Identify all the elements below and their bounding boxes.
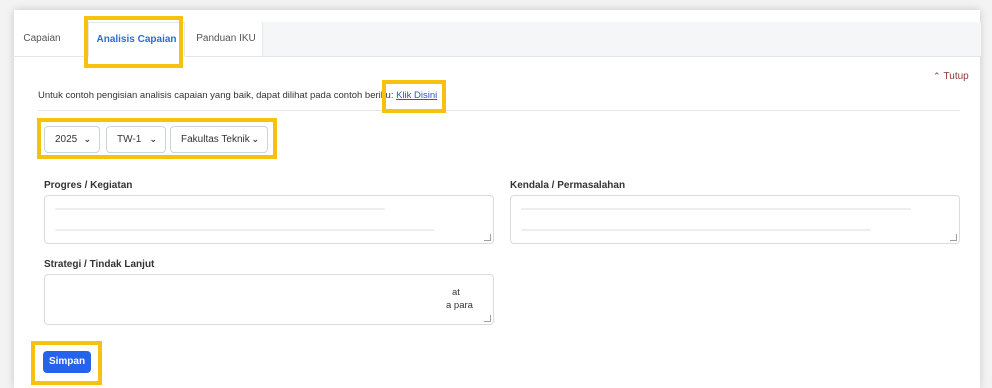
period-select[interactable]: TW-1 ⌄ <box>106 126 166 153</box>
example-link[interactable]: Klik Disini <box>396 90 437 101</box>
strategy-text-line-2: a para <box>446 300 473 311</box>
tab-capaian[interactable]: Capaian <box>20 22 64 56</box>
collapse-toggle[interactable]: ⌃ Tutup <box>933 71 969 82</box>
chevron-up-icon: ⌃ <box>933 71 941 81</box>
chevron-down-icon: ⌄ <box>149 134 157 144</box>
text-line <box>55 208 385 210</box>
resize-handle-icon[interactable] <box>484 315 491 322</box>
save-button[interactable]: Simpan <box>43 351 91 373</box>
year-select-value: 2025 <box>55 134 78 145</box>
chevron-down-icon: ⌄ <box>83 134 91 144</box>
tab-panduan-iku[interactable]: Panduan IKU <box>190 22 262 56</box>
chevron-down-icon: ⌄ <box>251 134 259 144</box>
unit-select[interactable]: Fakultas Teknik ⌄ <box>170 126 268 153</box>
info-message: Untuk contoh pengisian analisis capaian … <box>38 90 391 101</box>
unit-select-value: Fakultas Teknik <box>181 134 250 145</box>
text-line <box>55 229 435 231</box>
year-select[interactable]: 2025 ⌄ <box>44 126 100 153</box>
progress-label: Progres / Kegiatan <box>44 180 133 191</box>
text-line <box>521 229 871 231</box>
text-line <box>521 208 911 210</box>
strategy-text-line-1: at <box>452 287 460 298</box>
resize-handle-icon[interactable] <box>950 234 957 241</box>
collapse-label: Tutup <box>943 71 969 82</box>
tab-analisis-capaian[interactable]: Analisis Capaian <box>88 22 185 57</box>
obstacle-label: Kendala / Permasalahan <box>510 180 626 191</box>
progress-textarea[interactable] <box>44 195 494 244</box>
info-text: Untuk contoh pengisian analisis capaian … <box>38 90 438 101</box>
period-select-value: TW-1 <box>117 134 142 145</box>
tab-bar-background <box>262 22 981 56</box>
strategy-label: Strategi / Tindak Lanjut <box>44 259 155 270</box>
divider <box>38 110 960 111</box>
strategy-textarea[interactable] <box>44 274 494 325</box>
tab-bar: Capaian Analisis Capaian Panduan IKU <box>10 22 981 57</box>
obstacle-textarea[interactable] <box>510 195 960 244</box>
resize-handle-icon[interactable] <box>484 234 491 241</box>
